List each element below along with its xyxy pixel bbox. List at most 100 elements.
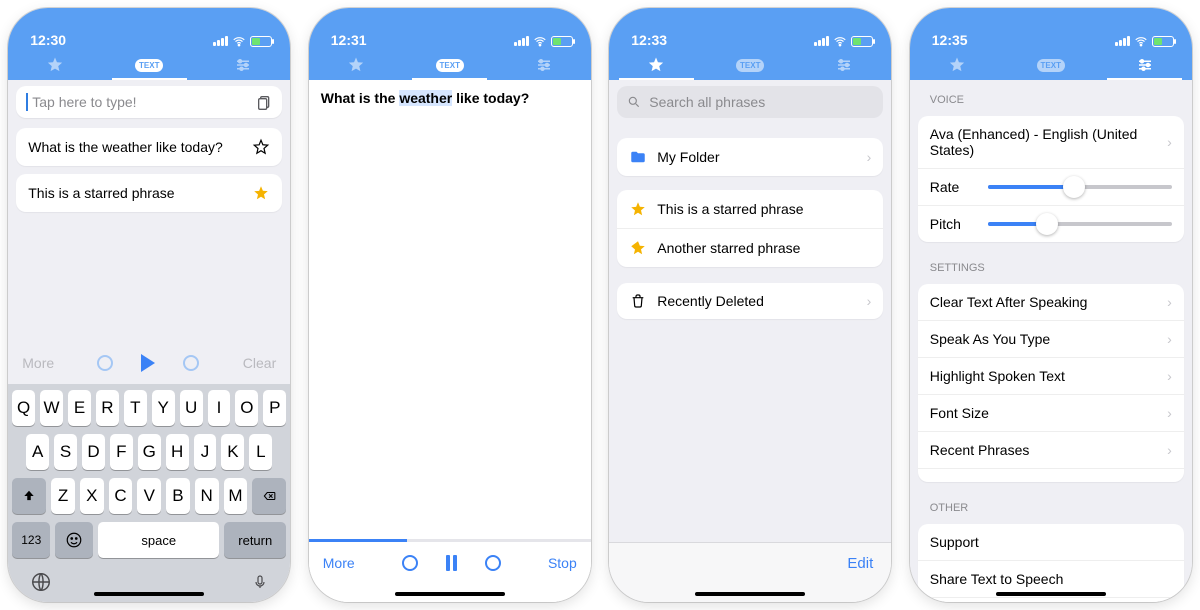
search-bar[interactable] <box>617 86 883 118</box>
key-M[interactable]: M <box>224 478 248 514</box>
clear-button[interactable]: Clear <box>243 355 276 371</box>
editor[interactable]: What is the weather like today? <box>309 80 591 539</box>
key-R[interactable]: R <box>96 390 119 426</box>
key-N[interactable]: N <box>195 478 219 514</box>
playback-progress[interactable] <box>309 539 591 542</box>
skip-back-icon[interactable] <box>97 355 113 371</box>
star-filled-icon[interactable] <box>252 184 270 202</box>
key-D[interactable]: D <box>82 434 105 470</box>
search-input[interactable] <box>647 93 873 111</box>
starred-row[interactable]: This is a starred phrase <box>617 190 883 228</box>
settings-row[interactable]: Highlight Spoken Text› <box>918 357 1184 394</box>
tab-settings[interactable] <box>497 50 591 80</box>
key-U[interactable]: U <box>180 390 203 426</box>
skip-forward-icon[interactable] <box>183 355 199 371</box>
tab-settings[interactable] <box>797 50 891 80</box>
key-A[interactable]: A <box>26 434 49 470</box>
more-button[interactable]: More <box>22 355 54 371</box>
status-icons <box>1115 34 1174 48</box>
type-input[interactable] <box>16 86 282 118</box>
tab-text[interactable]: TEXT <box>403 50 497 80</box>
play-button[interactable] <box>141 354 155 372</box>
settings-list: Clear Text After Speaking›Speak As You T… <box>918 284 1184 482</box>
settings-row[interactable]: Clear Text After Speaking› <box>918 284 1184 320</box>
pitch-row: Pitch <box>918 205 1184 242</box>
home-indicator[interactable] <box>996 592 1106 596</box>
play-toolbar: More Stop <box>309 542 591 584</box>
other-row[interactable]: Rate in the App Store <box>918 597 1184 602</box>
section-voice: Voice <box>930 94 1172 106</box>
key-Z[interactable]: Z <box>51 478 75 514</box>
tab-text[interactable]: TEXT <box>1004 50 1098 80</box>
rate-slider[interactable] <box>988 185 1172 189</box>
type-field[interactable] <box>30 93 256 111</box>
skip-back-icon[interactable] <box>402 555 418 571</box>
cell-signal-icon <box>213 36 228 46</box>
key-L[interactable]: L <box>249 434 272 470</box>
key-B[interactable]: B <box>166 478 190 514</box>
tab-favorites[interactable] <box>910 50 1004 80</box>
emoji-key[interactable] <box>55 522 93 558</box>
starred-row[interactable]: Another starred phrase <box>617 228 883 267</box>
key-O[interactable]: O <box>235 390 258 426</box>
phrase-suggestion[interactable]: What is the weather like today? <box>16 128 282 166</box>
key-I[interactable]: I <box>208 390 231 426</box>
chevron-right-icon: › <box>1167 405 1172 421</box>
star-filled-icon <box>629 239 647 257</box>
key-K[interactable]: K <box>221 434 244 470</box>
clock: 12:31 <box>331 32 367 48</box>
stop-button[interactable]: Stop <box>548 555 577 571</box>
recently-deleted-row[interactable]: Recently Deleted › <box>617 283 883 319</box>
key-X[interactable]: X <box>80 478 104 514</box>
return-key[interactable]: return <box>224 522 286 558</box>
home-indicator[interactable] <box>395 592 505 596</box>
settings-row[interactable]: Font Size› <box>918 394 1184 431</box>
folder-row[interactable]: My Folder › <box>617 138 883 176</box>
phrase-starred[interactable]: This is a starred phrase <box>16 174 282 212</box>
skip-forward-icon[interactable] <box>485 555 501 571</box>
tab-favorites[interactable] <box>8 50 102 80</box>
key-G[interactable]: G <box>138 434 161 470</box>
edit-button[interactable]: Edit <box>847 555 873 572</box>
key-V[interactable]: V <box>137 478 161 514</box>
footer: Edit <box>609 542 891 584</box>
settings-row[interactable]: Recent Phrases› <box>918 431 1184 468</box>
globe-icon[interactable] <box>30 571 52 593</box>
tab-favorites[interactable] <box>309 50 403 80</box>
other-row[interactable]: Support <box>918 524 1184 560</box>
space-key[interactable]: space <box>98 522 219 558</box>
shift-key[interactable] <box>12 478 46 514</box>
star-outline-icon[interactable] <box>252 138 270 156</box>
backspace-key[interactable] <box>252 478 286 514</box>
home-indicator[interactable] <box>695 592 805 596</box>
pitch-slider[interactable] <box>988 222 1172 226</box>
key-S[interactable]: S <box>54 434 77 470</box>
pause-button[interactable] <box>446 555 457 571</box>
voice-row[interactable]: Ava (Enhanced) - English (United States)… <box>918 116 1184 168</box>
key-C[interactable]: C <box>109 478 133 514</box>
home-indicator[interactable] <box>94 592 204 596</box>
more-button[interactable]: More <box>323 555 355 571</box>
tab-settings[interactable] <box>196 50 290 80</box>
battery-icon <box>851 36 873 47</box>
tab-text[interactable]: TEXT <box>703 50 797 80</box>
key-W[interactable]: W <box>40 390 63 426</box>
mic-icon[interactable] <box>252 571 268 593</box>
key-H[interactable]: H <box>166 434 189 470</box>
row-label: Recent Phrases <box>930 442 1030 458</box>
tab-favorites[interactable] <box>609 50 703 80</box>
key-Q[interactable]: Q <box>12 390 35 426</box>
key-F[interactable]: F <box>110 434 133 470</box>
key-P[interactable]: P <box>263 390 286 426</box>
tab-text[interactable]: TEXT <box>102 50 196 80</box>
key-T[interactable]: T <box>124 390 147 426</box>
settings-row[interactable]: Audio Output› <box>918 468 1184 482</box>
settings-row[interactable]: Speak As You Type› <box>918 320 1184 357</box>
chevron-right-icon: › <box>1167 368 1172 384</box>
key-J[interactable]: J <box>194 434 217 470</box>
key-Y[interactable]: Y <box>152 390 175 426</box>
key-E[interactable]: E <box>68 390 91 426</box>
tab-settings[interactable] <box>1098 50 1192 80</box>
clipboard-icon[interactable] <box>256 94 272 110</box>
numbers-key[interactable]: 123 <box>12 522 50 558</box>
